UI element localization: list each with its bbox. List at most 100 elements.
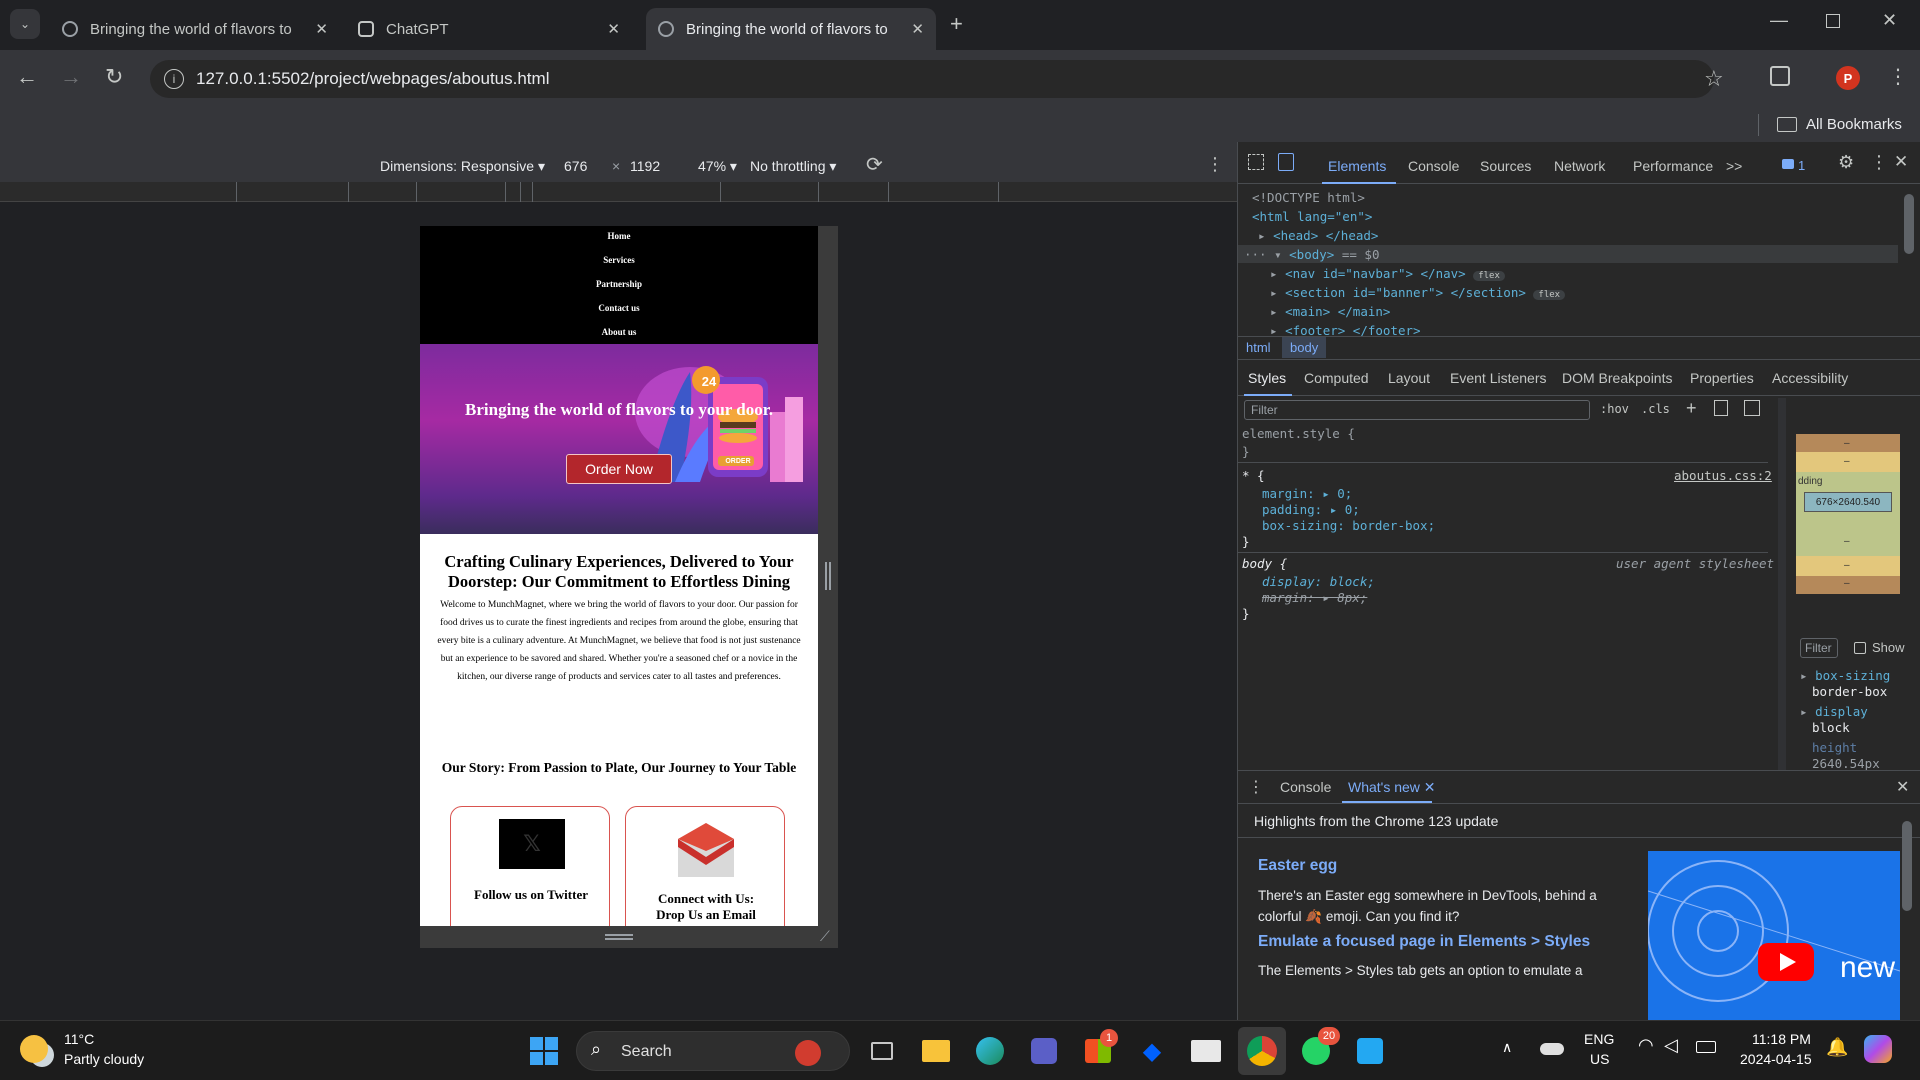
site-info-icon[interactable]: i <box>164 69 184 89</box>
tab-elements[interactable]: Elements <box>1328 158 1386 174</box>
tab-styles[interactable]: Styles <box>1248 370 1286 386</box>
wifi-icon[interactable]: ◠ <box>1638 1035 1654 1056</box>
devtools-menu-icon[interactable]: ⋮ <box>1870 152 1888 173</box>
issues-icon[interactable] <box>1782 159 1794 169</box>
language-top[interactable]: ENG <box>1584 1031 1614 1047</box>
clock-date[interactable]: 2024-04-15 <box>1740 1051 1812 1067</box>
onedrive-icon[interactable] <box>1540 1043 1564 1055</box>
tab-computed[interactable]: Computed <box>1304 370 1369 386</box>
email-card[interactable]: Connect with Us: Drop Us an Email <box>625 806 785 926</box>
dom-main[interactable]: ▸ <main> </main> <box>1270 304 1390 319</box>
restore-button[interactable] <box>1826 14 1840 28</box>
tab-performance[interactable]: Performance <box>1633 158 1713 174</box>
resize-handle-bottom[interactable]: ⟋ <box>420 926 838 948</box>
teams-icon[interactable] <box>1026 1033 1062 1069</box>
universal-selector[interactable]: * { <box>1242 468 1265 483</box>
close-icon[interactable]: ✕ <box>911 20 924 38</box>
forward-button[interactable]: → <box>60 64 82 90</box>
tab-2[interactable]: ChatGPT ✕ <box>346 8 632 50</box>
tab-layout[interactable]: Layout <box>1388 370 1430 386</box>
tab-properties[interactable]: Properties <box>1690 370 1754 386</box>
browser-menu-icon[interactable]: ⋮ <box>1888 64 1908 89</box>
dom-body[interactable]: ··· ▾ <body> == $0 <box>1244 247 1379 262</box>
display-decl[interactable]: display: block; <box>1262 574 1375 589</box>
twitter-card[interactable]: 𝕏 Follow us on Twitter <box>450 806 610 926</box>
extensions-icon[interactable] <box>1770 66 1790 86</box>
close-drawer-icon[interactable]: ✕ <box>1896 777 1909 797</box>
tab-dom-breakpoints[interactable]: DOM Breakpoints <box>1562 370 1672 386</box>
easter-egg-link[interactable]: Easter egg <box>1258 857 1337 875</box>
start-button[interactable] <box>530 1037 558 1065</box>
notification-bell-icon[interactable]: 🔔 <box>1826 1037 1848 1058</box>
focused-page-link[interactable]: Emulate a focused page in Elements > Sty… <box>1258 933 1590 951</box>
rule-source-link[interactable]: aboutus.css:2 <box>1674 468 1772 483</box>
weather-icon[interactable] <box>20 1035 48 1063</box>
tray-overflow-icon[interactable]: ∧ <box>1502 1039 1512 1056</box>
weather-desc[interactable]: Partly cloudy <box>64 1051 144 1067</box>
styles-filter-input[interactable]: Filter <box>1244 400 1590 420</box>
dom-section[interactable]: ▸ <section id="banner"> </section> flex <box>1270 285 1566 300</box>
address-bar[interactable]: i 127.0.0.1:5502/project/webpages/aboutu… <box>150 60 1724 98</box>
close-devtools-icon[interactable]: ✕ <box>1894 152 1908 172</box>
margin-decl[interactable]: margin: ▸ 0; <box>1262 486 1352 501</box>
dropbox-icon[interactable]: ◆ <box>1134 1033 1170 1069</box>
rotate-icon[interactable]: ⟳ <box>866 152 883 177</box>
nav-home[interactable]: Home <box>420 231 818 241</box>
dimensions-dropdown[interactable]: Dimensions: Responsive ▾ <box>380 158 545 175</box>
vscode-icon[interactable] <box>1352 1033 1388 1069</box>
breadcrumb-body[interactable]: body <box>1282 337 1327 358</box>
hov-toggle[interactable]: :hov <box>1600 402 1629 416</box>
order-now-button[interactable]: Order Now <box>566 454 672 484</box>
tab-search-button[interactable]: ⌄ <box>10 9 40 39</box>
styles-scrollbar[interactable] <box>1778 398 1786 770</box>
body-selector[interactable]: body { <box>1242 556 1287 571</box>
back-button[interactable]: ← <box>16 64 38 90</box>
language-bottom[interactable]: US <box>1590 1051 1609 1067</box>
dom-doctype[interactable]: <!DOCTYPE html> <box>1252 190 1365 205</box>
all-bookmarks-label[interactable]: All Bookmarks <box>1806 116 1902 133</box>
new-tab-button[interactable]: + <box>950 11 963 37</box>
dom-html[interactable]: <html lang="en"> <box>1252 209 1372 224</box>
battery-icon[interactable] <box>1696 1041 1716 1053</box>
clock-time[interactable]: 11:18 PM <box>1752 1031 1811 1047</box>
flex-badge[interactable]: flex <box>1533 290 1566 300</box>
tab-1[interactable]: Bringing the world of flavors to ✕ <box>50 8 340 50</box>
resize-corner-icon[interactable]: ⟋ <box>820 928 830 945</box>
tab-event-listeners[interactable]: Event Listeners <box>1450 370 1547 386</box>
dom-nav[interactable]: ▸ <nav id="navbar"> </nav> flex <box>1270 266 1505 281</box>
edge-icon[interactable] <box>972 1033 1008 1069</box>
settings-gear-icon[interactable]: ⚙ <box>1838 152 1854 173</box>
task-view-icon[interactable] <box>864 1033 900 1069</box>
add-rule-icon[interactable]: + <box>1686 398 1697 419</box>
volume-icon[interactable]: ◁ <box>1664 1035 1678 1056</box>
tab-sources[interactable]: Sources <box>1480 158 1531 174</box>
copilot-icon[interactable] <box>1864 1035 1892 1063</box>
computed-prop[interactable]: height <box>1812 740 1857 755</box>
paint-icon[interactable] <box>1714 400 1728 416</box>
issues-count[interactable]: 1 <box>1798 158 1805 173</box>
computed-filter[interactable]: Filter <box>1800 638 1838 658</box>
bookmark-star-icon[interactable]: ☆ <box>1704 66 1724 92</box>
reload-button[interactable]: ↻ <box>105 64 123 90</box>
flex-badge[interactable]: flex <box>1473 271 1505 281</box>
tab-console[interactable]: Console <box>1408 158 1459 174</box>
margin-overridden-decl[interactable]: margin: ▸ 8px; <box>1262 590 1367 605</box>
url-text[interactable]: 127.0.0.1:5502/project/webpages/aboutus.… <box>196 69 549 89</box>
computed-prop[interactable]: ▸ display <box>1800 704 1868 719</box>
breadcrumb-html[interactable]: html <box>1246 340 1271 355</box>
tab-accessibility[interactable]: Accessibility <box>1772 370 1848 386</box>
minimize-button[interactable]: — <box>1770 10 1788 31</box>
nav-about[interactable]: About us <box>420 327 818 337</box>
drawer-tab-console[interactable]: Console <box>1280 779 1331 795</box>
zoom-dropdown[interactable]: 47% ▾ <box>698 158 737 175</box>
content-size[interactable]: 676×2640.540 <box>1804 492 1892 512</box>
weather-temp[interactable]: 11°C <box>64 1031 94 1047</box>
close-icon[interactable]: ✕ <box>315 20 328 38</box>
drawer-scrollbar[interactable] <box>1902 821 1912 911</box>
box-sizing-decl[interactable]: box-sizing: border-box; <box>1262 518 1435 533</box>
show-all-checkbox[interactable] <box>1854 642 1866 654</box>
sidebar-toggle-icon[interactable] <box>1744 400 1760 416</box>
amazon-icon[interactable] <box>1188 1033 1224 1069</box>
close-icon[interactable]: ✕ <box>607 20 620 38</box>
element-style-rule[interactable]: element.style { <box>1242 426 1355 441</box>
